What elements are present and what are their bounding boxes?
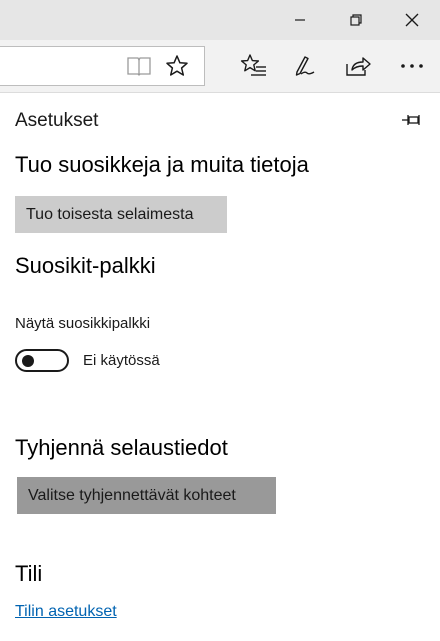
toggle-knob — [22, 354, 34, 367]
account-heading: Tili — [15, 561, 43, 586]
pen-icon — [295, 56, 315, 76]
star-icon — [166, 55, 188, 76]
share-icon — [346, 57, 371, 76]
favorites-bar-heading: Suosikit-palkki — [15, 253, 156, 278]
close-button[interactable] — [384, 0, 440, 40]
pin-icon — [402, 115, 420, 125]
favorites-bar-toggle-label: Näytä suosikkipalkki — [15, 315, 151, 332]
book-icon — [127, 57, 151, 76]
browser-toolbar — [0, 40, 440, 92]
settings-pane: Asetukset Tuo suosikkeja ja muita tietoj… — [0, 92, 440, 641]
hub-button[interactable] — [236, 48, 272, 84]
minimize-icon — [295, 19, 305, 21]
address-bar[interactable] — [0, 46, 205, 86]
clear-data-heading: Tyhjennä selaustiedot — [15, 435, 228, 460]
favorites-list-icon — [240, 54, 266, 76]
import-button[interactable]: Tuo toisesta selaimesta — [15, 196, 227, 233]
restore-button[interactable] — [328, 0, 384, 40]
favorites-bar-toggle-state: Ei käytössä — [83, 352, 160, 369]
close-icon — [405, 13, 419, 27]
web-note-button[interactable] — [285, 48, 321, 84]
import-heading: Tuo suosikkeja ja muita tietoja — [15, 152, 309, 177]
account-settings-link[interactable]: Tilin asetukset — [15, 603, 117, 621]
pin-button[interactable] — [400, 110, 424, 130]
choose-what-to-clear-button[interactable]: Valitse tyhjennettävät kohteet — [17, 477, 276, 514]
minimize-button[interactable] — [272, 0, 328, 40]
pane-title: Asetukset — [15, 110, 99, 131]
title-bar — [0, 0, 440, 40]
share-button[interactable] — [340, 48, 376, 84]
more-button[interactable] — [394, 48, 430, 84]
restore-icon — [350, 14, 362, 26]
reading-view-button[interactable] — [121, 48, 157, 84]
favorites-bar-toggle[interactable] — [15, 349, 69, 372]
ellipsis-icon — [401, 64, 423, 68]
add-favorite-button[interactable] — [159, 48, 195, 84]
